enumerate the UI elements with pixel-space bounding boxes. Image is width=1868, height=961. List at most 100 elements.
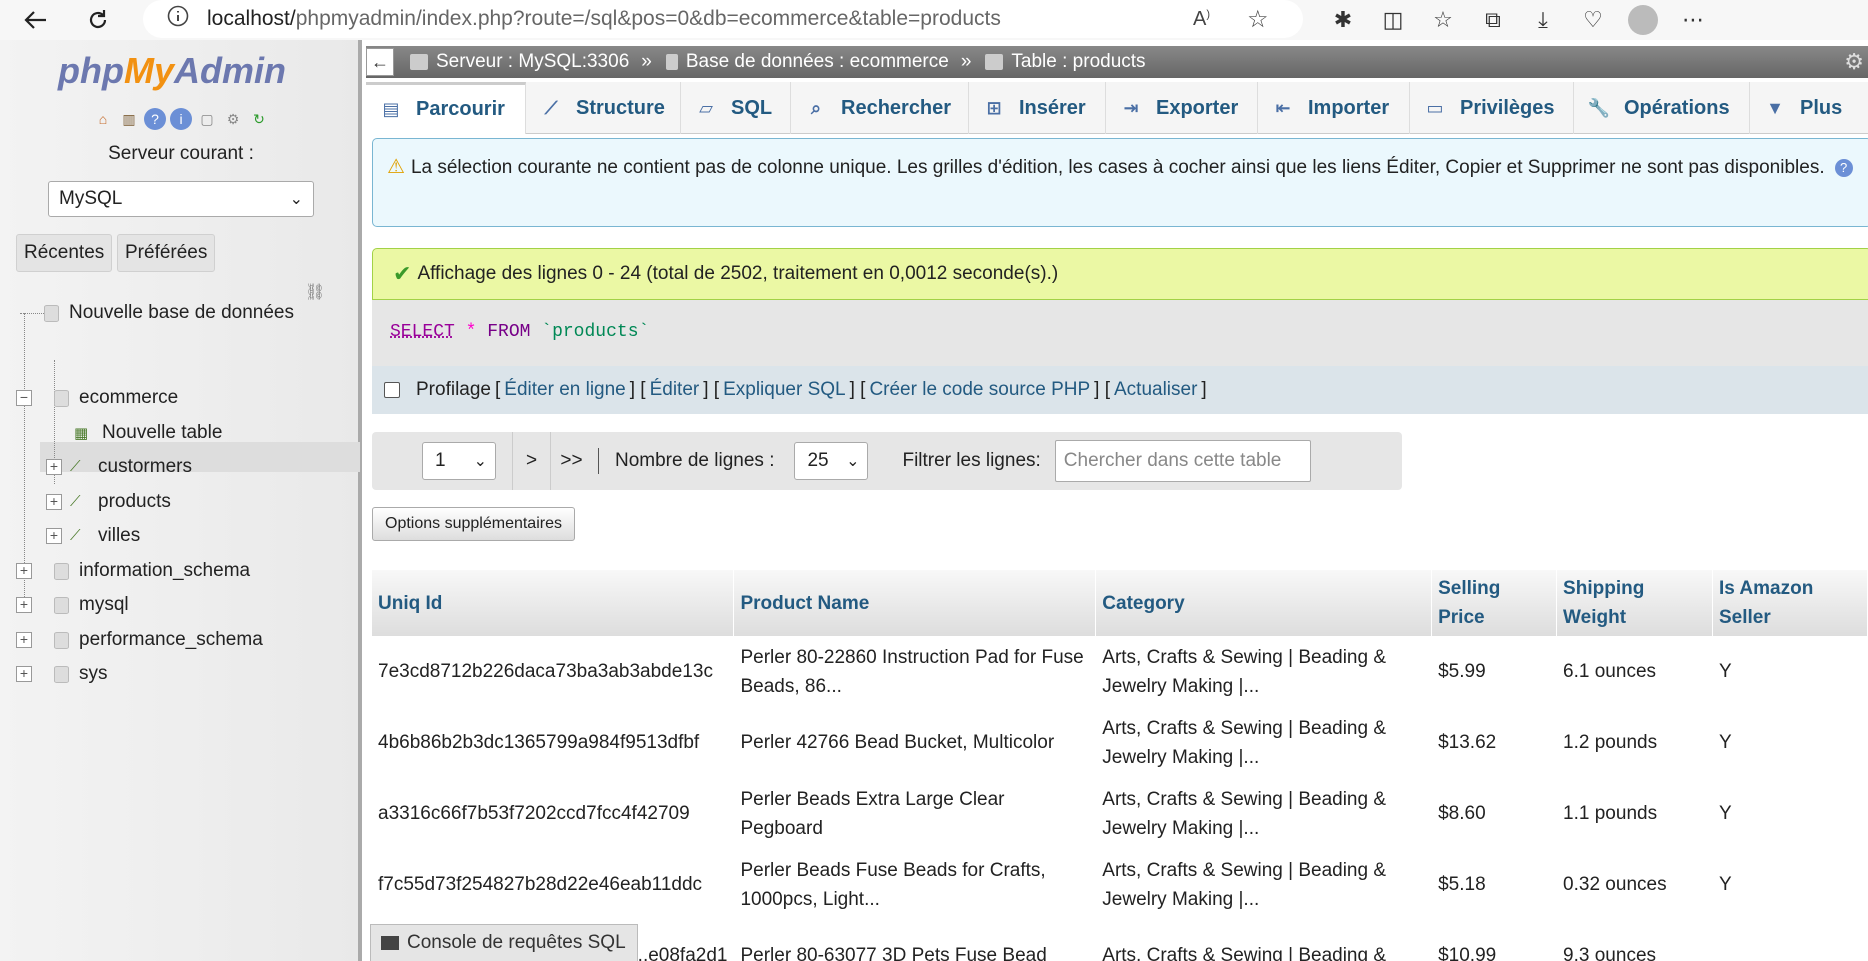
expand-icon[interactable]: + (16, 666, 32, 682)
cell-selling-price: $8.60 (1432, 778, 1557, 849)
collapse-icon[interactable]: − (16, 390, 32, 406)
tree-new-table[interactable]: ▦ Nouvelle table (74, 418, 222, 448)
profile-avatar-icon[interactable] (1618, 0, 1668, 40)
create-php-code-link[interactable]: Créer le code source PHP (869, 379, 1090, 401)
favorite-star-icon[interactable]: ☆ (1247, 5, 1269, 34)
cell-shipping-weight: 1.2 pounds (1557, 707, 1713, 778)
rows-count-label: Nombre de lignes : (615, 450, 774, 472)
explain-sql-link[interactable]: Expliquer SQL (723, 379, 846, 401)
cell-product-name: Perler Beads Extra Large Clear Pegboard (734, 778, 1096, 849)
cell-product-name: Perler 80-22860 Instruction Pad for Fuse… (734, 636, 1096, 707)
favorite-tables-button[interactable]: Préférées (117, 234, 215, 272)
tab-more[interactable]: ▼ Plus (1750, 82, 1868, 134)
tree-db-ecommerce[interactable]: − ecommerce (16, 383, 178, 413)
expand-icon[interactable]: + (16, 597, 32, 613)
profiling-checkbox[interactable] (384, 382, 400, 398)
breadcrumb-server[interactable]: Serveur : MySQL:3306 (410, 51, 629, 73)
tree-db-performance-schema[interactable]: + performance_schema (16, 625, 263, 655)
page-settings-gear-icon[interactable]: ⚙ (1844, 49, 1864, 75)
tree-new-database[interactable]: Nouvelle base de données (20, 298, 294, 328)
edit-inline-link[interactable]: Éditer en ligne (504, 379, 625, 401)
help-icon[interactable]: ? (1835, 159, 1853, 177)
column-header-product-name[interactable]: Product Name (734, 570, 1096, 636)
cell-shipping-weight: 1.1 pounds (1557, 778, 1713, 849)
settings-gear-icon[interactable]: ⚙ (222, 108, 244, 130)
home-icon[interactable]: ⌂ (92, 108, 114, 130)
table-row: 7e3cd8712b226daca73ba3ab3abde13c Perler … (372, 636, 1868, 707)
tab-structure[interactable]: ⟋ Structure (526, 82, 681, 134)
cell-category: Arts, Crafts & Sewing | Beading & (1096, 920, 1432, 961)
tab-export[interactable]: ⇥ Exporter (1106, 82, 1258, 134)
column-header-selling-price[interactable]: Selling Price (1432, 570, 1557, 636)
sql-console-toggle[interactable]: Console de requêtes SQL (370, 924, 638, 961)
more-menu-icon[interactable]: ⋯ (1668, 0, 1718, 40)
new-table-icon: ▦ (74, 424, 92, 442)
documentation-icon[interactable]: i (170, 108, 192, 130)
cell-uniq-id: 7e3cd8712b226daca73ba3ab3abde13c (372, 636, 734, 707)
checkmark-icon: ✔ (393, 261, 411, 287)
reload-icon[interactable] (78, 0, 118, 40)
downloads-icon[interactable]: ⤓ (1518, 0, 1568, 40)
breadcrumb-database[interactable]: Base de données : ecommerce (666, 51, 949, 73)
extensions-icon[interactable]: ✱ (1318, 0, 1368, 40)
favorites-icon[interactable]: ☆ (1418, 0, 1468, 40)
extra-options-button[interactable]: Options supplémentaires (372, 507, 575, 541)
expand-icon[interactable]: + (16, 563, 32, 579)
cell-category: Arts, Crafts & Sewing | Beading & Jewelr… (1096, 778, 1432, 849)
refresh-link[interactable]: Actualiser (1114, 379, 1197, 401)
expand-icon[interactable]: + (16, 632, 32, 648)
read-aloud-icon[interactable]: A) (1193, 8, 1210, 31)
table-header-row: Uniq Id Product Name Category Selling Pr… (372, 570, 1868, 636)
collapse-sidebar-arrow-icon[interactable]: ← (366, 48, 394, 76)
reload-navigation-icon[interactable]: ↻ (248, 108, 270, 130)
last-page-button[interactable]: >> (550, 432, 592, 490)
next-page-button[interactable]: > (512, 432, 550, 490)
recent-tables-button[interactable]: Récentes (16, 234, 112, 272)
column-header-uniq-id[interactable]: Uniq Id (372, 570, 734, 636)
database-icon (54, 563, 69, 580)
browser-essentials-icon[interactable]: ♡ (1568, 0, 1618, 40)
tree-table-customers[interactable]: + ⟋ custormers (46, 452, 192, 482)
split-screen-icon[interactable]: ◫ (1368, 0, 1418, 40)
column-header-shipping-weight[interactable]: Shipping Weight (1557, 570, 1713, 636)
page-select[interactable]: 1 ⌄ (422, 442, 496, 480)
logout-icon[interactable]: ▥ (118, 108, 140, 130)
tree-db-information-schema[interactable]: + information_schema (16, 556, 250, 586)
filter-rows-input[interactable]: Chercher dans cette table (1055, 440, 1311, 482)
tab-sql[interactable]: ▱ SQL (681, 82, 791, 134)
tab-operations[interactable]: 🔧 Opérations (1574, 82, 1750, 134)
edit-link[interactable]: Éditer (650, 379, 700, 401)
breadcrumb-separator: » (961, 51, 972, 73)
sql-keyword-from: FROM (487, 322, 530, 342)
tree-db-sys[interactable]: + sys (16, 659, 108, 689)
server-select[interactable]: MySQL ⌄ (48, 181, 314, 217)
pagination-panel: 1 ⌄ > >> Nombre de lignes : 25 ⌄ Filtrer l… (372, 432, 1402, 490)
expand-icon[interactable]: + (46, 528, 62, 544)
address-bar[interactable]: localhost/phpmyadmin/index.php?route=/sq… (143, 0, 1303, 38)
copy-icon[interactable]: ▢ (196, 108, 218, 130)
sql-keyword-select[interactable]: SELECT (390, 322, 455, 342)
expand-icon[interactable]: + (46, 459, 62, 475)
column-header-is-amazon-seller[interactable]: Is Amazon Seller (1713, 570, 1868, 636)
tab-import[interactable]: ⇤ Importer (1258, 82, 1410, 134)
rows-count-select[interactable]: 25 ⌄ (794, 442, 868, 480)
expand-icon[interactable]: + (46, 494, 62, 510)
privileges-icon: ▭ (1424, 98, 1446, 118)
tab-browse[interactable]: ▤ Parcourir (366, 82, 526, 134)
server-icon (410, 54, 428, 70)
info-icon[interactable] (167, 5, 189, 33)
tab-privileges[interactable]: ▭ Privilèges (1410, 82, 1574, 134)
tree-table-villes[interactable]: + ⟋ villes (46, 521, 140, 551)
query-window-icon[interactable]: ? (144, 108, 166, 130)
column-header-category[interactable]: Category (1096, 570, 1432, 636)
table-row: a3316c66f7b53f7202ccd7fcc4f42709 Perler … (372, 778, 1868, 849)
breadcrumb-table[interactable]: Table : products (985, 51, 1145, 73)
tab-insert[interactable]: ⊞ Insérer (969, 82, 1106, 134)
tree-db-mysql[interactable]: + mysql (16, 590, 129, 620)
link-with-main-panel-icon[interactable]: ⛓ (305, 282, 325, 302)
collections-icon[interactable]: ⧉ (1468, 0, 1518, 40)
tab-search[interactable]: ⌕ Rechercher (791, 82, 969, 134)
tree-table-products[interactable]: + ⟋ products (46, 487, 171, 517)
phpmyadmin-logo[interactable]: phpMyAdmin (58, 50, 286, 92)
back-arrow-icon[interactable] (16, 0, 56, 40)
